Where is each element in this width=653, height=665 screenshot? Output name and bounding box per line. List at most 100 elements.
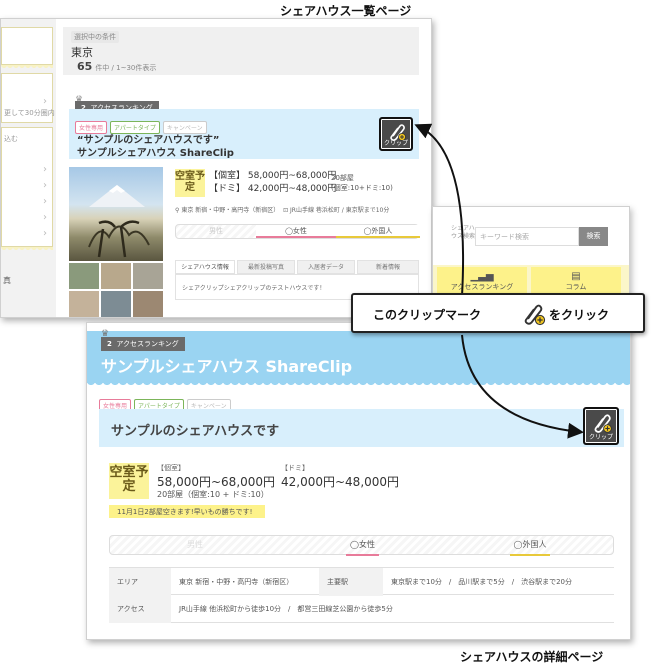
train-icon: ⊡ xyxy=(283,207,289,214)
condition-city: 東京 xyxy=(71,46,93,59)
gender-bar: 男性 ◯女性 ◯外国人 xyxy=(175,224,420,239)
station-value: 東京駅まで10分 / 品川駅まで5分 / 渋谷駅まで20分 xyxy=(391,578,572,586)
list-main: 選択中の条件 東京 65 件中 / 1~30件表示 ♛ 2 アクセスランキング 女… xyxy=(59,19,431,317)
pin-icon: ⚲ xyxy=(175,207,180,214)
tab-latest-photos[interactable]: 最新投稿写真 xyxy=(237,260,295,274)
area-value: 東京 新宿・中野・高円寺（新宿区） xyxy=(179,578,294,586)
ranking-label: アクセスランキング xyxy=(116,340,179,348)
search-label: シェアハウス検索 xyxy=(451,225,476,240)
ranking-badge: 2 アクセスランキング xyxy=(101,337,185,351)
list-page-caption: シェアハウス一覧ページ xyxy=(280,4,412,18)
thumbnail[interactable] xyxy=(69,291,99,317)
dorm-price: 42,000円~48,000円 xyxy=(281,475,400,489)
table-row: エリア 東京 新宿・中野・高円寺（新宿区） 主要駅 東京駅まで10分 / 品川駅… xyxy=(109,567,614,596)
thumbnail[interactable] xyxy=(101,291,131,317)
location-text: 東京 新宿・中野・高円寺（新宿区） xyxy=(181,207,280,214)
tab-house-info[interactable]: シェアハウス情報 xyxy=(175,260,235,274)
card-header[interactable]: 女性専用 アパートタイプ キャンペーン “サンプルのシェアハウスです” サンプルシェ… xyxy=(69,109,419,159)
rooms-count: 20部屋（個室:10 + ドミ:10） xyxy=(157,490,269,499)
access-value: JR山手線 他浜松町から徒歩10分 / 都営三田線芝公園から徒歩5分 xyxy=(179,605,393,613)
sidebar-wave xyxy=(1,247,53,253)
header-scallop xyxy=(87,381,630,387)
thumbnail[interactable] xyxy=(133,291,163,317)
sidebar-wave xyxy=(1,65,53,71)
location-line: ⚲ 東京 新宿・中野・高円寺（新宿区） ⊡ JR山手線 巷浜松町 / 東京駅まで… xyxy=(175,205,389,214)
price-dorm: 【ドミ】 42,000円~48,000円 xyxy=(209,184,337,194)
price-block: 【個室】 58,000円~68,000円 【ドミ】 42,000円~48,000… xyxy=(209,170,336,196)
table-row: アクセス JR山手線 他浜松町から徒歩10分 / 都営三田線芝公園から徒歩5分 xyxy=(109,595,614,623)
sidebar-text: 込む xyxy=(4,135,18,143)
chevron-right-icon: › xyxy=(43,228,47,239)
tab-resident-data[interactable]: 入居者データ xyxy=(297,260,355,274)
gender-bar: 男性 ◯女性 ◯外国人 xyxy=(109,535,615,556)
condition-box: 選択中の条件 東京 65 件中 / 1~30件表示 xyxy=(63,27,419,75)
callout-text-after: をクリック xyxy=(549,308,610,322)
chevron-right-icon: › xyxy=(43,196,47,207)
gender-female-label: ◯女性 xyxy=(346,536,379,556)
sidebar-text: 真 xyxy=(3,276,11,285)
thumbnail[interactable] xyxy=(133,263,163,289)
count-number: 65 xyxy=(77,60,93,73)
ranking-number: 2 xyxy=(107,340,112,348)
detail-header: ♛ 2 アクセスランキング サンプルシェアハウス ShareClip xyxy=(87,329,630,383)
book-icon: ▤ xyxy=(571,271,581,282)
rooms-block: 20部屋 (個室:10+ドミ:10) xyxy=(331,173,393,193)
thumbnail[interactable] xyxy=(101,263,131,289)
dorm-label: 【ドミ】 xyxy=(281,464,309,472)
station-label: 主要駅 xyxy=(319,568,383,596)
count-suffix: 件中 / 1~30件表示 xyxy=(95,64,157,72)
gender-foreign-label: ◯外国人 xyxy=(509,536,551,556)
menu-label: アクセスランキング xyxy=(450,283,514,291)
gender-male: 男性 xyxy=(187,540,203,549)
clip-label: クリップ xyxy=(383,140,408,147)
gender-male: 男性 xyxy=(209,227,223,235)
mountain-image xyxy=(88,185,150,258)
sidebar-box[interactable] xyxy=(1,27,53,65)
detail-subtitle: サンプルのシェアハウスです xyxy=(111,424,280,439)
detail-page-window: ♛ 2 アクセスランキング サンプルシェアハウス ShareClip 女性専用ア… xyxy=(86,322,631,640)
chevron-right-icon: › xyxy=(43,164,47,175)
instruction-callout: このクリップマーク をクリック xyxy=(351,293,645,333)
info-tabs: シェアハウス情報 最新投稿写真 入居者データ 新着情報 xyxy=(175,260,419,274)
vacancy-badge: 空室予定 xyxy=(175,169,205,197)
list-page-window: › 更して30分圏内 込む › › › › › 真 選択中の条件 東京 65 件中… xyxy=(0,18,432,318)
sidebar-box[interactable]: 込む › › › › › xyxy=(1,127,53,247)
bar-chart-icon: ▁▃▅ xyxy=(470,271,494,282)
rooms-detail: (個室:10+ドミ:10) xyxy=(331,184,393,192)
station-text: JR山手線 巷浜松町 / 東京駅まで10分 xyxy=(290,207,390,214)
private-price: 58,000円~68,000円 xyxy=(157,475,276,489)
search-input[interactable]: キーワード検索 xyxy=(475,227,579,246)
subtitle-box: サンプルのシェアハウスです クリップ xyxy=(99,407,624,447)
paperclip-icon xyxy=(594,414,612,433)
callout-text-before: このクリップマーク xyxy=(373,308,482,322)
gender-female: ◯女性 xyxy=(256,225,336,238)
clip-button[interactable]: クリップ xyxy=(583,407,619,445)
rooms-count: 20部屋 xyxy=(331,174,354,182)
paperclip-icon xyxy=(524,304,546,326)
house-photo[interactable] xyxy=(69,167,163,261)
detail-page-caption: シェアハウスの詳細ページ xyxy=(460,650,604,664)
thumbnail[interactable] xyxy=(69,263,99,289)
card-title[interactable]: サンプルシェアハウス ShareClip xyxy=(77,144,234,159)
condition-label: 選択中の条件 xyxy=(71,31,119,43)
notice-banner: 11月1日2部屋空きます!早いもの勝ちです! xyxy=(109,505,265,518)
list-sidebar: › 更して30分圏内 込む › › › › › 真 xyxy=(1,19,56,317)
vacancy-badge: 空室予定 xyxy=(109,463,149,499)
clip-label: クリップ xyxy=(588,434,613,441)
tab-news[interactable]: 新着情報 xyxy=(357,260,419,274)
gender-foreign: ◯外国人 xyxy=(336,225,420,238)
gender-foreign: ◯外国人 xyxy=(445,536,615,556)
search-button[interactable]: 検索 xyxy=(579,227,608,246)
chevron-right-icon: › xyxy=(43,96,47,107)
result-count: 65 件中 / 1~30件表示 xyxy=(77,60,156,73)
private-label: 【個室】 xyxy=(157,464,185,472)
chevron-right-icon: › xyxy=(43,212,47,223)
area-label: エリア xyxy=(109,568,171,596)
gender-female: ◯女性 xyxy=(280,536,445,556)
detail-title: サンプルシェアハウス ShareClip xyxy=(101,357,353,376)
menu-label: コラム xyxy=(565,283,587,291)
clip-button[interactable]: クリップ xyxy=(379,117,413,151)
sidebar-box[interactable]: › 更して30分圏内 xyxy=(1,73,55,123)
sidebar-text: 更して30分圏内 xyxy=(4,109,55,117)
access-label: アクセス xyxy=(109,595,171,623)
